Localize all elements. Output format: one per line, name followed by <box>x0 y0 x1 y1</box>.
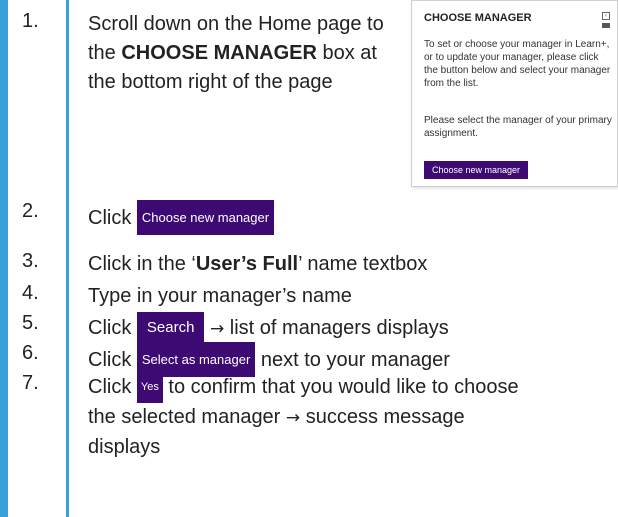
step-7-pre: Click <box>88 376 137 398</box>
left-accent-bar <box>0 0 8 517</box>
step-number-6: 6. <box>22 342 39 364</box>
choose-manager-panel: CHOOSE MANAGER ‹ To set or choose your m… <box>411 0 618 187</box>
step-5-pre: Click <box>88 317 137 339</box>
step-2-pre: Click <box>88 207 137 229</box>
panel-title: CHOOSE MANAGER <box>424 12 532 24</box>
collapse-icon[interactable] <box>602 23 610 28</box>
choose-new-manager-button[interactable]: Choose new manager <box>136 200 275 235</box>
step-3-text: Click in the ‘User’s Full’ name textbox <box>88 250 427 279</box>
step-5-text: Click Search → list of managers displays <box>88 312 449 344</box>
step-number-1: 1. <box>22 10 39 32</box>
step-number-2: 2. <box>22 200 39 222</box>
panel-instruction: Please select the manager of your primar… <box>424 115 612 139</box>
step-number-4: 4. <box>22 282 39 304</box>
column-divider <box>66 0 69 517</box>
right-arrow-icon: → <box>285 408 301 428</box>
step-number-3: 3. <box>22 250 39 272</box>
step-4-text: Type in your manager’s name <box>88 285 352 307</box>
step-5-post: list of managers displays <box>224 317 449 339</box>
panel-description: To set or choose your manager in Learn+,… <box>424 39 611 89</box>
step-number-5: 5. <box>22 312 39 334</box>
step-6-post: next to your manager <box>255 349 450 371</box>
step-3-bold: User’s Full <box>195 253 299 275</box>
search-button[interactable]: Search <box>136 312 205 343</box>
expand-icon[interactable]: ‹ <box>602 12 610 20</box>
step-2-text: Click Choose new manager <box>88 200 275 235</box>
step-number-7: 7. <box>22 372 39 394</box>
step-1-text: Scroll down on the Home page to the CHOO… <box>88 10 393 97</box>
panel-choose-new-manager-button[interactable]: Choose new manager <box>424 161 529 179</box>
step-7-text: Click Yes to confirm that you would like… <box>88 372 528 462</box>
yes-button[interactable]: Yes <box>136 372 163 403</box>
step-6-pre: Click <box>88 349 137 371</box>
step-3-pre: Click in the ‘ <box>88 253 196 275</box>
step-3-post: ’ name textbox <box>298 253 428 275</box>
right-arrow-icon: → <box>209 319 225 339</box>
step-1-bold: CHOOSE MANAGER <box>121 42 317 64</box>
